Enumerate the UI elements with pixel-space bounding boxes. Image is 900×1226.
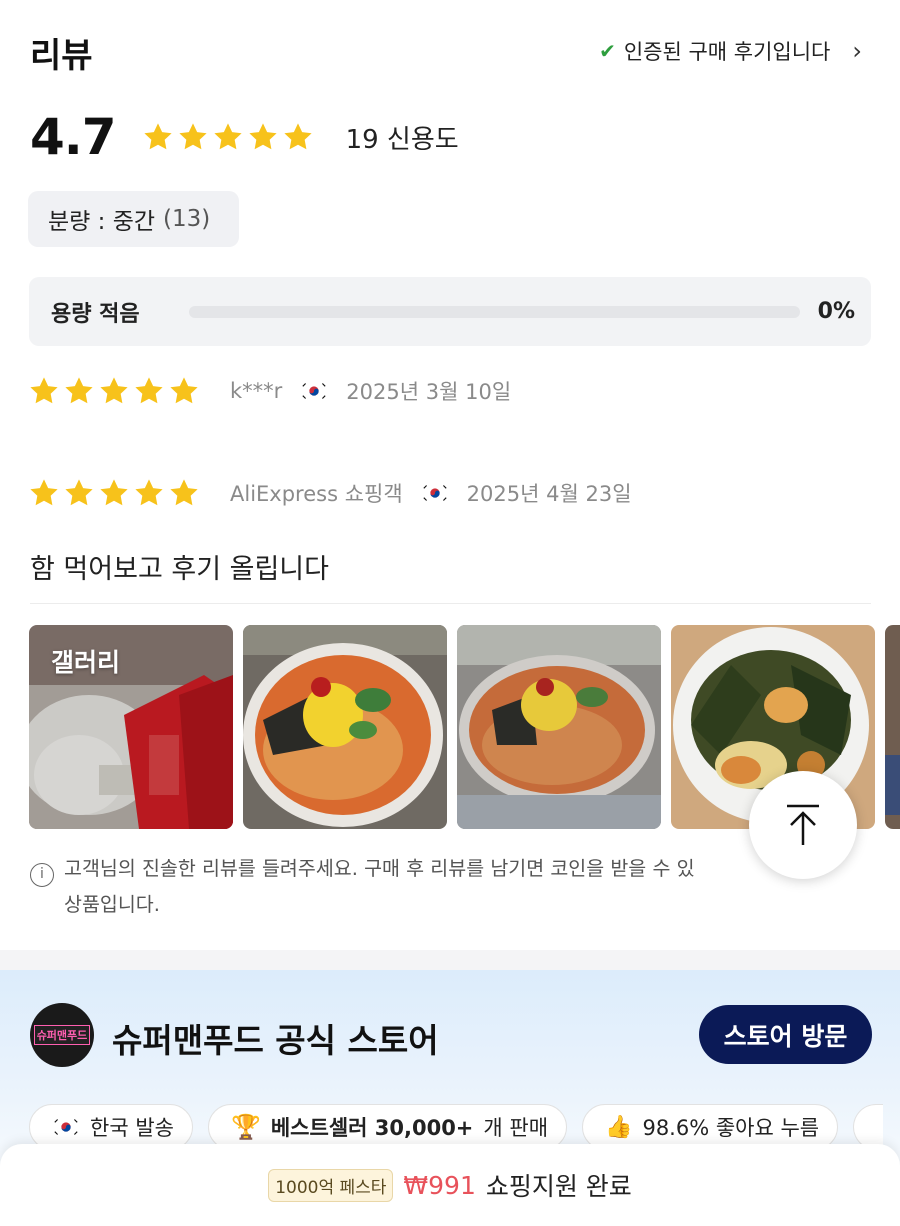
info-icon: i <box>30 862 54 887</box>
star-icon <box>282 121 314 153</box>
bar-percent: 0% <box>817 299 855 324</box>
rating-summary: 4.7 19 신용도 <box>30 108 459 166</box>
verified-text: 인증된 구매 후기입니다 <box>623 40 831 64</box>
divider <box>30 603 871 604</box>
rating-count: 19 신용도 <box>345 124 459 155</box>
star-icon <box>63 477 95 509</box>
star-icon <box>247 121 279 153</box>
review-author: k***r <box>230 379 283 403</box>
page-title: 리뷰 <box>30 36 93 76</box>
promo-status: 쇼핑지원 완료 <box>485 1172 632 1201</box>
thumbs-up-icon: 👍 <box>605 1114 633 1140</box>
bar-label: 용량 적음 <box>51 301 140 327</box>
trophy-icon: 🏆 <box>230 1113 261 1141</box>
star-icon <box>212 121 244 153</box>
gallery-thumbnail[interactable] <box>243 625 447 829</box>
review-stars <box>28 375 200 407</box>
chip-label: 분량 : 중간 <box>48 209 156 235</box>
scroll-to-top-button[interactable] <box>749 771 857 879</box>
review-notice: i 고객님의 진솔한 리뷰를 들려주세요. 구매 후 리뷰를 남기면 코인을 받을… <box>30 851 760 922</box>
chip-count: (13) <box>163 206 211 232</box>
star-icon <box>133 375 165 407</box>
review-stars <box>28 477 200 509</box>
korea-flag-icon <box>420 483 449 503</box>
star-icon <box>133 477 165 509</box>
star-icon <box>28 477 60 509</box>
promo-price: ₩991 <box>403 1170 476 1200</box>
store-name[interactable]: 슈퍼맨푸드 공식 스토어 <box>112 1014 439 1062</box>
notice-line2: 상품입니다. <box>64 892 160 916</box>
korea-flag-icon <box>52 1117 80 1137</box>
review-header: AliExpress 쇼핑객 2025년 4월 23일 <box>28 477 632 509</box>
review-author: AliExpress 쇼핑객 <box>230 482 403 506</box>
review-text: 함 먹어보고 후기 올립니다 <box>30 554 329 585</box>
star-icon <box>168 477 200 509</box>
filter-chip-portion[interactable]: 분량 : 중간 (13) <box>28 191 239 247</box>
rating-score: 4.7 <box>30 108 117 166</box>
star-icon <box>142 121 174 153</box>
star-icon <box>177 121 209 153</box>
bottom-promo-bar[interactable]: 1000억 페스타 ₩991 쇼핑지원 완료 <box>0 1144 900 1226</box>
bar-track <box>189 305 800 318</box>
gallery-thumbnail[interactable] <box>457 625 661 829</box>
visit-store-button[interactable]: 스토어 방문 <box>699 1005 872 1064</box>
star-icon <box>98 477 130 509</box>
check-icon: ✔ <box>599 39 616 63</box>
chevron-right-icon: › <box>852 37 862 65</box>
gallery-thumbnail[interactable] <box>885 625 900 829</box>
star-icon <box>63 375 95 407</box>
star-icon <box>28 375 60 407</box>
badge-likes-text: 98.6% 좋아요 누름 <box>642 1116 820 1140</box>
notice-line1: 고객님의 진솔한 리뷰를 들려주세요. 구매 후 리뷰를 남기면 코인을 받을 … <box>64 857 695 880</box>
store-logo-text: 슈퍼맨푸드 <box>33 1025 91 1045</box>
badge-shipping-text: 한국 발송 <box>90 1116 174 1140</box>
rating-stars <box>142 121 314 153</box>
badge-bestseller-rest: 개 판매 <box>483 1116 549 1140</box>
review-header: k***r 2025년 3월 10일 <box>28 375 511 407</box>
store-logo[interactable]: 슈퍼맨푸드 <box>30 1003 94 1067</box>
star-icon <box>98 375 130 407</box>
arrow-up-icon <box>787 804 819 845</box>
korea-flag-icon <box>300 381 329 401</box>
badge-bestseller-bold: 베스트셀러 30,000+ <box>270 1116 474 1140</box>
section-separator <box>0 950 900 970</box>
festa-badge: 1000억 페스타 <box>268 1168 394 1202</box>
gallery-label: 갤러리 <box>51 648 121 677</box>
star-icon <box>168 375 200 407</box>
gallery-thumbnail[interactable]: 갤러리 <box>29 625 233 829</box>
capacity-rating-bar: 용량 적음 0% <box>29 277 871 346</box>
verified-purchase-link[interactable]: ✔ 인증된 구매 후기입니다 › <box>599 36 862 66</box>
review-date: 2025년 3월 10일 <box>346 380 512 404</box>
review-date: 2025년 4월 23일 <box>466 482 632 506</box>
